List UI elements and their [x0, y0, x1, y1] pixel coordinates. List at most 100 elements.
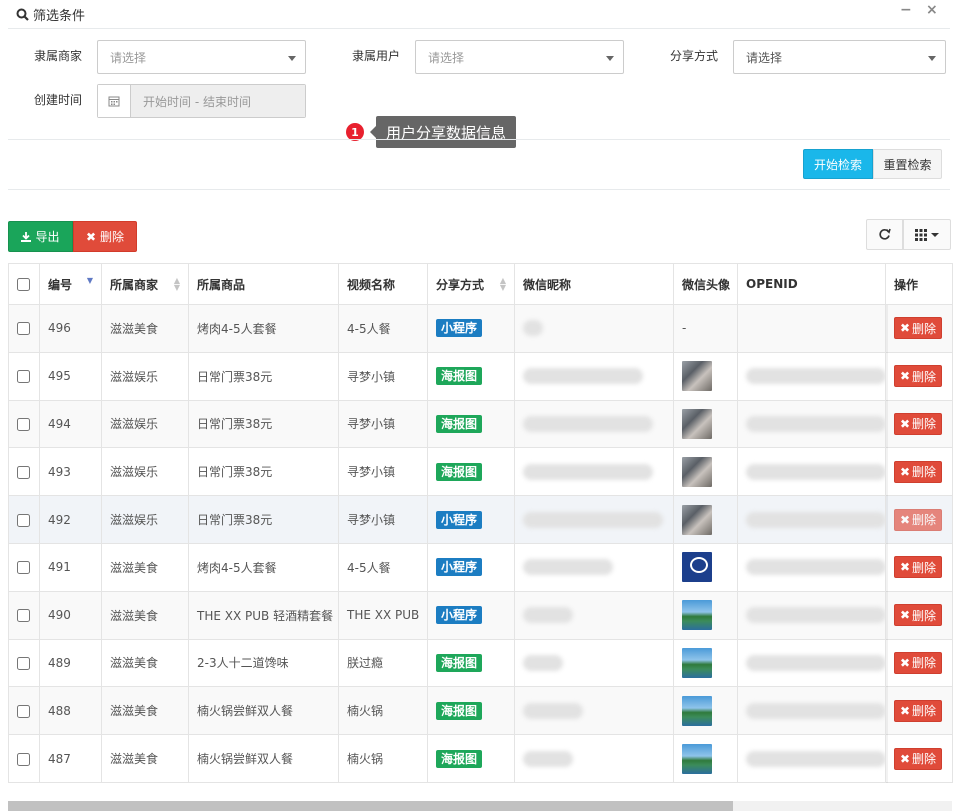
row-delete-button[interactable]: ✖ 删除: [894, 604, 942, 627]
table-row[interactable]: 490 滋滋美食 THE XX PUB 轻酒精套餐 THE XX PUB 小程序 ✖ 删除: [8, 590, 953, 640]
close-icon[interactable]: ×: [926, 2, 938, 18]
cell-video: 4-5人餐: [338, 304, 428, 353]
row-delete-button[interactable]: ✖ 删除: [894, 365, 942, 388]
column-header-id[interactable]: 编号 ▼: [39, 263, 102, 305]
cell-share-type: 海报图: [427, 734, 515, 783]
chevron-down-icon: [928, 56, 936, 61]
column-header-openid: OPENID: [737, 263, 886, 305]
table-row[interactable]: 496 滋滋美食 烤肉4-5人套餐 4-5人餐 小程序 - ✖ 删除: [8, 304, 953, 353]
column-header-share-type[interactable]: 分享方式 ▲ ▼: [427, 263, 515, 305]
cell-id: 496: [39, 304, 102, 353]
cell-video: 4-5人餐: [338, 542, 428, 592]
avatar: [682, 743, 712, 774]
user-select[interactable]: 请选择: [415, 40, 624, 74]
row-delete-button[interactable]: ✖ 删除: [894, 747, 942, 770]
share-type-badge: 小程序: [436, 319, 483, 338]
search-button[interactable]: 开始检索: [803, 149, 873, 179]
cell-action: ✖ 删除: [885, 351, 953, 401]
sort-desc-icon: ▼: [86, 276, 93, 285]
row-checkbox[interactable]: [17, 561, 30, 575]
cell-merchant: 滋滋美食: [101, 686, 189, 736]
cell-merchant: 滋滋美食: [101, 542, 189, 592]
row-delete-button[interactable]: ✖ 删除: [894, 508, 942, 531]
cell-merchant: 滋滋娱乐: [101, 351, 189, 401]
select-all-checkbox[interactable]: [17, 278, 30, 291]
column-header-merchant[interactable]: 所属商家 ▲ ▼: [101, 263, 189, 305]
created-time-range[interactable]: 开始时间 - 结束时间: [97, 84, 306, 118]
share-type-select[interactable]: 请选择: [733, 40, 946, 74]
user-label: 隶属用户: [352, 49, 401, 63]
row-delete-label: 删除: [912, 465, 937, 480]
row-delete-button[interactable]: ✖ 删除: [894, 317, 942, 340]
row-checkbox[interactable]: [17, 609, 30, 623]
filter-panel-header: 筛选条件: [0, 0, 969, 28]
bulk-delete-button[interactable]: ✖ 删除: [73, 221, 137, 252]
close-icon: ✖: [899, 416, 911, 431]
row-select-cell: [8, 447, 40, 497]
row-delete-label: 删除: [912, 369, 937, 384]
row-delete-button[interactable]: ✖ 删除: [894, 699, 942, 722]
chevron-down-icon: [288, 56, 296, 61]
row-select-cell: [8, 590, 40, 640]
column-header-label: 所属商品: [197, 277, 246, 292]
select-all-cell: [8, 263, 40, 305]
column-header-product: 所属商品: [188, 263, 339, 305]
row-checkbox[interactable]: [17, 370, 30, 384]
row-checkbox[interactable]: [17, 704, 30, 718]
row-delete-button[interactable]: ✖ 删除: [894, 460, 942, 483]
table-row[interactable]: 491 滋滋美食 烤肉4-5人套餐 4-5人餐 小程序 ✖ 删除: [8, 542, 953, 592]
cell-avatar: [673, 734, 738, 783]
table-row[interactable]: 494 滋滋娱乐 日常门票38元 寻梦小镇 海报图 ✖ 删除: [8, 399, 953, 449]
cell-id: 491: [39, 542, 102, 592]
created-time-input[interactable]: 开始时间 - 结束时间: [131, 85, 305, 117]
cell-action: ✖ 删除: [885, 686, 953, 736]
cell-action: ✖ 删除: [885, 304, 953, 353]
cell-product: 烤肉4-5人套餐: [188, 542, 339, 592]
row-checkbox[interactable]: [17, 465, 30, 479]
cell-openid: [737, 351, 886, 401]
row-checkbox[interactable]: [17, 417, 30, 431]
table-row[interactable]: 495 滋滋娱乐 日常门票38元 寻梦小镇 海报图 ✖ 删除: [8, 351, 953, 401]
table-row[interactable]: 489 滋滋美食 2-3人十二道馋味 朕过瘾 海报图 ✖ 删除: [8, 638, 953, 688]
cell-product: THE XX PUB 轻酒精套餐: [188, 590, 339, 640]
row-checkbox[interactable]: [17, 513, 30, 527]
row-delete-label: 删除: [912, 656, 937, 671]
table-row[interactable]: 488 滋滋美食 楠火锅尝鲜双人餐 楠火锅 海报图 ✖ 删除: [8, 686, 953, 736]
column-header-label: OPENID: [746, 277, 798, 291]
cell-avatar: [673, 590, 738, 640]
table-row[interactable]: 492 滋滋娱乐 日常门票38元 寻梦小镇 小程序 ✖ 删除: [8, 495, 953, 544]
merchant-select[interactable]: 请选择: [97, 40, 306, 74]
row-select-cell: [8, 734, 40, 783]
cell-video: 寻梦小镇: [338, 495, 428, 544]
nickname-masked: [523, 702, 583, 719]
openid-masked: [746, 559, 885, 576]
row-delete-button[interactable]: ✖ 删除: [894, 651, 942, 674]
cell-id: 494: [39, 399, 102, 449]
minimize-icon[interactable]: −: [900, 2, 912, 18]
table-row[interactable]: 487 滋滋美食 楠火锅尝鲜双人餐 楠火锅 海报图 ✖ 删除: [8, 734, 953, 783]
horizontal-scrollbar[interactable]: [8, 801, 952, 811]
share-type-badge: 海报图: [436, 367, 483, 386]
cell-share-type: 小程序: [427, 304, 515, 353]
column-header-action: 操作: [885, 263, 953, 305]
row-select-cell: [8, 399, 40, 449]
columns-toggle-button[interactable]: [903, 219, 951, 250]
reset-button[interactable]: 重置检索: [873, 149, 942, 179]
cell-avatar: [673, 495, 738, 544]
row-checkbox[interactable]: [17, 752, 30, 766]
refresh-button[interactable]: [866, 219, 903, 250]
scrollbar-thumb[interactable]: [8, 801, 733, 811]
share-type-badge: 海报图: [436, 462, 483, 481]
export-button[interactable]: 导出: [8, 221, 73, 252]
row-delete-button[interactable]: ✖ 删除: [894, 556, 942, 579]
row-delete-button[interactable]: ✖ 删除: [894, 412, 942, 435]
cell-id: 493: [39, 447, 102, 497]
avatar: [682, 600, 712, 631]
row-checkbox[interactable]: [17, 656, 30, 670]
row-delete-label: 删除: [912, 513, 937, 528]
column-header-label: 编号: [48, 277, 73, 292]
nickname-masked: [523, 559, 613, 576]
table-row[interactable]: 493 滋滋娱乐 日常门票38元 寻梦小镇 海报图 ✖ 删除: [8, 447, 953, 497]
cell-action: ✖ 删除: [885, 734, 953, 783]
row-checkbox[interactable]: [17, 322, 30, 336]
